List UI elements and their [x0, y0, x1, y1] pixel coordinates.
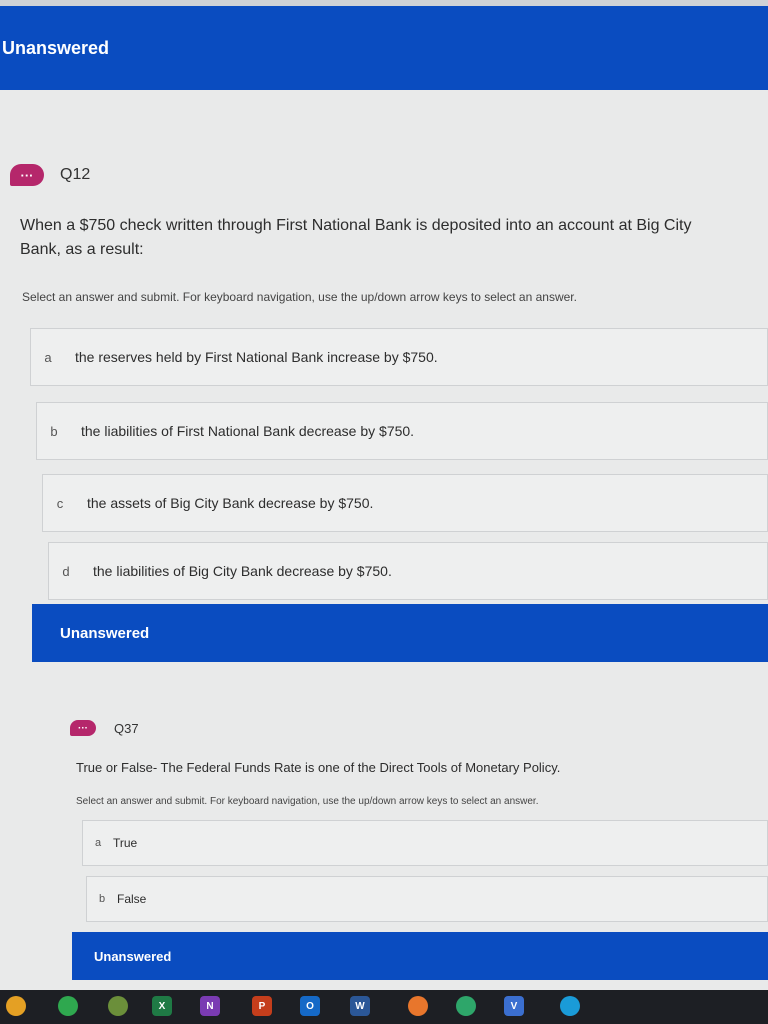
comment-icon[interactable]: ···	[10, 164, 44, 186]
question-header-q37: ··· Q37	[70, 720, 139, 736]
status-bar-unanswered: Unanswered	[0, 6, 768, 90]
windows-taskbar: XNPOWV	[0, 990, 768, 1024]
outlook-icon[interactable]: O	[300, 996, 320, 1016]
answer-choice-d[interactable]: d the liabilities of Big City Bank decre…	[48, 542, 768, 600]
choice-text: False	[117, 892, 147, 906]
onenote-icon[interactable]: N	[200, 996, 220, 1016]
word-icon[interactable]: W	[350, 996, 370, 1016]
answer-choice-a[interactable]: a the reserves held by First National Ba…	[30, 328, 768, 386]
question-number: Q12	[60, 166, 91, 183]
status-label: Unanswered	[2, 37, 110, 58]
choice-text: the liabilities of First National Bank d…	[81, 423, 415, 439]
choice-text: the liabilities of Big City Bank decreas…	[93, 563, 392, 579]
excel-icon[interactable]: X	[152, 996, 172, 1016]
answer-choice-c[interactable]: c the assets of Big City Bank decrease b…	[42, 474, 768, 532]
powerpoint-icon[interactable]: P	[252, 996, 272, 1016]
instruction-text: Select an answer and submit. For keyboar…	[22, 290, 577, 304]
choice-letter: b	[98, 893, 106, 905]
whatsapp-icon[interactable]	[58, 996, 78, 1016]
question-text: When a $750 check written through First …	[20, 217, 692, 258]
choice-letter: a	[94, 837, 102, 849]
comment-icon[interactable]: ···	[70, 720, 96, 736]
status-bar-unanswered: Unanswered	[32, 604, 768, 662]
choice-text: True	[113, 836, 138, 850]
minecraft-icon[interactable]	[108, 996, 128, 1016]
question-header-q12: ··· Q12	[10, 164, 90, 186]
status-label: Unanswered	[94, 948, 172, 964]
choice-text: the assets of Big City Bank decrease by …	[87, 495, 374, 511]
choice-letter: c	[56, 495, 64, 511]
chrome-icon[interactable]	[6, 996, 26, 1016]
choice-text: the reserves held by First National Bank…	[75, 349, 438, 365]
visio-icon[interactable]: V	[504, 996, 524, 1016]
answer-choice-a[interactable]: a True	[82, 820, 768, 866]
edge-icon[interactable]	[560, 996, 580, 1016]
question-number: Q37	[114, 720, 139, 736]
instruction-text: Select an answer and submit. For keyboar…	[76, 796, 539, 807]
choice-letter: d	[62, 563, 70, 579]
status-label: Unanswered	[60, 624, 150, 642]
teams-icon[interactable]	[456, 996, 476, 1016]
answer-choice-b[interactable]: b the liabilities of First National Bank…	[36, 402, 768, 460]
question-text: True or False- The Federal Funds Rate is…	[76, 760, 561, 775]
choice-letter: b	[50, 423, 58, 439]
choice-letter: a	[44, 349, 52, 365]
status-bar-unanswered: Unanswered	[72, 932, 768, 980]
answer-choice-b[interactable]: b False	[86, 876, 768, 922]
paint-icon[interactable]	[408, 996, 428, 1016]
